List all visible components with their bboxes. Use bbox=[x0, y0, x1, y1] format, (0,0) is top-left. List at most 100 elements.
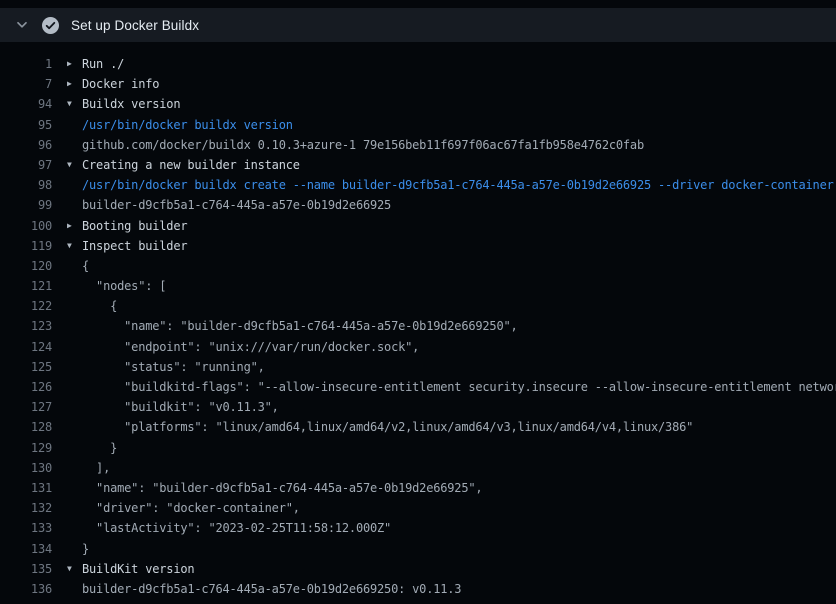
expand-triangle-icon: ▼ bbox=[67, 94, 82, 114]
log-line: 7 ▶ Docker info bbox=[0, 74, 836, 94]
expand-triangle-icon bbox=[67, 539, 82, 559]
log-line: 122 { bbox=[0, 296, 836, 316]
log-line-text: } bbox=[82, 438, 117, 458]
expand-triangle-icon bbox=[67, 276, 82, 296]
line-number[interactable]: 1 bbox=[0, 54, 52, 74]
log-line: 95 /usr/bin/docker buildx version bbox=[0, 115, 836, 135]
line-number[interactable]: 96 bbox=[0, 135, 52, 155]
log-line-text: "nodes": [ bbox=[82, 276, 166, 296]
expand-triangle-icon: ▼ bbox=[67, 559, 82, 579]
log-line: 123 "name": "builder-d9cfb5a1-c764-445a-… bbox=[0, 316, 836, 336]
line-number[interactable]: 97 bbox=[0, 155, 52, 175]
log-line: 130 ], bbox=[0, 458, 836, 478]
line-number[interactable]: 134 bbox=[0, 539, 52, 559]
line-number[interactable]: 129 bbox=[0, 438, 52, 458]
line-number[interactable]: 123 bbox=[0, 316, 52, 336]
expand-triangle-icon bbox=[67, 316, 82, 336]
line-number[interactable]: 135 bbox=[0, 559, 52, 579]
log-line-text: { bbox=[82, 256, 89, 276]
expand-triangle-icon bbox=[67, 175, 82, 195]
log-line-text: { bbox=[82, 296, 117, 316]
log-line: 136 builder-d9cfb5a1-c764-445a-a57e-0b19… bbox=[0, 579, 836, 599]
line-number[interactable]: 122 bbox=[0, 296, 52, 316]
log-line: 132 "driver": "docker-container", bbox=[0, 498, 836, 518]
log-line: 119 ▼ Inspect builder bbox=[0, 236, 836, 256]
line-number[interactable]: 99 bbox=[0, 195, 52, 215]
line-number[interactable]: 131 bbox=[0, 478, 52, 498]
log-line: 129 } bbox=[0, 438, 836, 458]
log-container: 1 ▶ Run ./ 7 ▶ Docker info 94 ▼ Buildx v… bbox=[0, 42, 836, 599]
log-line-text: Inspect builder bbox=[82, 236, 187, 256]
line-number[interactable]: 94 bbox=[0, 94, 52, 114]
expand-triangle-icon bbox=[67, 478, 82, 498]
expand-triangle-icon bbox=[67, 296, 82, 316]
log-line: 126 "buildkitd-flags": "--allow-insecure… bbox=[0, 377, 836, 397]
expand-triangle-icon bbox=[67, 417, 82, 437]
line-number[interactable]: 133 bbox=[0, 518, 52, 538]
log-line-text: ], bbox=[82, 458, 110, 478]
line-number[interactable]: 120 bbox=[0, 256, 52, 276]
log-line: 121 "nodes": [ bbox=[0, 276, 836, 296]
expand-triangle-icon bbox=[67, 498, 82, 518]
log-line-text: builder-d9cfb5a1-c764-445a-a57e-0b19d2e6… bbox=[82, 195, 391, 215]
expand-triangle-icon bbox=[67, 438, 82, 458]
expand-triangle-icon bbox=[67, 397, 82, 417]
log-line-text: Run ./ bbox=[82, 54, 124, 74]
log-line: 125 "status": "running", bbox=[0, 357, 836, 377]
log-line-text: "endpoint": "unix:///var/run/docker.sock… bbox=[82, 337, 419, 357]
line-number[interactable]: 124 bbox=[0, 337, 52, 357]
log-line-text: Booting builder bbox=[82, 216, 187, 236]
expand-triangle-icon bbox=[67, 337, 82, 357]
expand-triangle-icon bbox=[67, 357, 82, 377]
check-circle-icon bbox=[42, 17, 59, 34]
expand-triangle-icon bbox=[67, 458, 82, 478]
log-line-text: Buildx version bbox=[82, 94, 180, 114]
log-line: 99 builder-d9cfb5a1-c764-445a-a57e-0b19d… bbox=[0, 195, 836, 215]
log-line-text: "driver": "docker-container", bbox=[82, 498, 300, 518]
line-number[interactable]: 136 bbox=[0, 579, 52, 599]
line-number[interactable]: 121 bbox=[0, 276, 52, 296]
expand-triangle-icon bbox=[67, 579, 82, 599]
log-line: 120 { bbox=[0, 256, 836, 276]
log-line-text: } bbox=[82, 539, 89, 559]
log-line-text: "status": "running", bbox=[82, 357, 265, 377]
log-line: 97 ▼ Creating a new builder instance bbox=[0, 155, 836, 175]
line-number[interactable]: 132 bbox=[0, 498, 52, 518]
chevron-down-icon[interactable] bbox=[16, 19, 28, 31]
line-number[interactable]: 98 bbox=[0, 175, 52, 195]
line-number[interactable]: 126 bbox=[0, 377, 52, 397]
log-line-text: Creating a new builder instance bbox=[82, 155, 300, 175]
expand-triangle-icon: ▶ bbox=[67, 54, 82, 74]
log-line-text: Docker info bbox=[82, 74, 159, 94]
line-number[interactable]: 95 bbox=[0, 115, 52, 135]
expand-triangle-icon bbox=[67, 135, 82, 155]
expand-triangle-icon bbox=[67, 195, 82, 215]
log-line: 133 "lastActivity": "2023-02-25T11:58:12… bbox=[0, 518, 836, 538]
expand-triangle-icon bbox=[67, 256, 82, 276]
line-number[interactable]: 127 bbox=[0, 397, 52, 417]
log-line-text: "platforms": "linux/amd64,linux/amd64/v2… bbox=[82, 417, 693, 437]
expand-triangle-icon: ▼ bbox=[67, 155, 82, 175]
log-line-text: /usr/bin/docker buildx create --name bui… bbox=[82, 175, 834, 195]
log-line: 100 ▶ Booting builder bbox=[0, 216, 836, 236]
line-number[interactable]: 125 bbox=[0, 357, 52, 377]
log-line-text: github.com/docker/buildx 0.10.3+azure-1 … bbox=[82, 135, 644, 155]
log-line: 1 ▶ Run ./ bbox=[0, 54, 836, 74]
line-number[interactable]: 119 bbox=[0, 236, 52, 256]
step-header[interactable]: Set up Docker Buildx bbox=[0, 8, 836, 42]
line-number[interactable]: 7 bbox=[0, 74, 52, 94]
log-line-text: "name": "builder-d9cfb5a1-c764-445a-a57e… bbox=[82, 316, 518, 336]
log-line-text: "buildkitd-flags": "--allow-insecure-ent… bbox=[82, 377, 836, 397]
log-line: 96 github.com/docker/buildx 0.10.3+azure… bbox=[0, 135, 836, 155]
log-line-text: "buildkit": "v0.11.3", bbox=[82, 397, 279, 417]
line-number[interactable]: 128 bbox=[0, 417, 52, 437]
line-number[interactable]: 130 bbox=[0, 458, 52, 478]
log-line: 128 "platforms": "linux/amd64,linux/amd6… bbox=[0, 417, 836, 437]
expand-triangle-icon: ▶ bbox=[67, 216, 82, 236]
line-number[interactable]: 100 bbox=[0, 216, 52, 236]
log-line: 98 /usr/bin/docker buildx create --name … bbox=[0, 175, 836, 195]
expand-triangle-icon: ▶ bbox=[67, 74, 82, 94]
log-line: 94 ▼ Buildx version bbox=[0, 94, 836, 114]
expand-triangle-icon bbox=[67, 377, 82, 397]
log-line-text: BuildKit version bbox=[82, 559, 194, 579]
